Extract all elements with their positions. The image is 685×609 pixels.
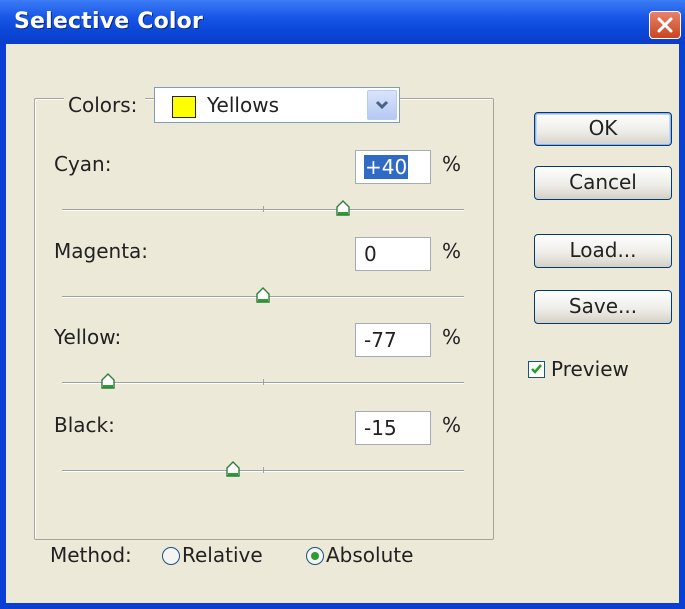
radio-absolute-label: Absolute [326,543,414,567]
value-input[interactable]: -15 [355,411,431,445]
value-text: +40 [364,155,409,179]
load-button[interactable]: Load... [534,234,672,268]
value-text: -77 [364,328,397,352]
ok-button[interactable]: OK [534,112,672,146]
slider-thumb-icon[interactable] [100,373,116,389]
slider-thumb-icon[interactable] [335,200,351,216]
slider-label: Magenta: [54,239,149,263]
percent-unit: % [442,413,462,437]
slider-label: Yellow: [54,325,122,349]
percent-unit: % [442,325,462,349]
preview-checkbox[interactable] [528,361,545,378]
dialog-window: Selective Color Colors: Yellows Cyan: +40… [0,0,685,609]
value-input[interactable]: -77 [355,323,431,357]
value-input[interactable]: 0 [355,237,431,271]
preview-label: Preview [551,357,629,381]
colors-selected-value: Yellows [207,93,279,117]
close-button[interactable] [649,11,681,39]
value-text: 0 [364,242,377,266]
radio-relative-label: Relative [182,543,263,567]
value-input[interactable]: +40 [355,150,431,184]
percent-unit: % [442,239,462,263]
title-bar[interactable]: Selective Color [0,0,685,44]
colors-dropdown[interactable]: Yellows [154,87,400,123]
radio-relative[interactable] [162,547,180,565]
slider-center-tick [263,379,264,385]
cancel-button[interactable]: Cancel [534,166,672,200]
save-button[interactable]: Save... [534,290,672,324]
value-text: -15 [364,416,397,440]
dropdown-button[interactable] [367,90,397,120]
method-label: Method: [50,543,132,567]
dialog-body: Colors: Yellows Cyan: +40% Magenta: 0% Yello… [6,44,679,603]
radio-selected-dot [311,552,319,560]
slider-label: Cyan: [54,152,112,176]
slider-thumb-icon[interactable] [255,287,271,303]
radio-absolute[interactable] [306,547,324,565]
colors-label: Colors: [64,93,146,117]
slider-center-tick [263,206,264,212]
slider-thumb-icon[interactable] [225,461,241,477]
percent-unit: % [442,152,462,176]
slider-center-tick [263,467,264,473]
color-swatch [172,96,196,118]
dialog-title: Selective Color [14,9,204,34]
slider-label: Black: [54,413,115,437]
